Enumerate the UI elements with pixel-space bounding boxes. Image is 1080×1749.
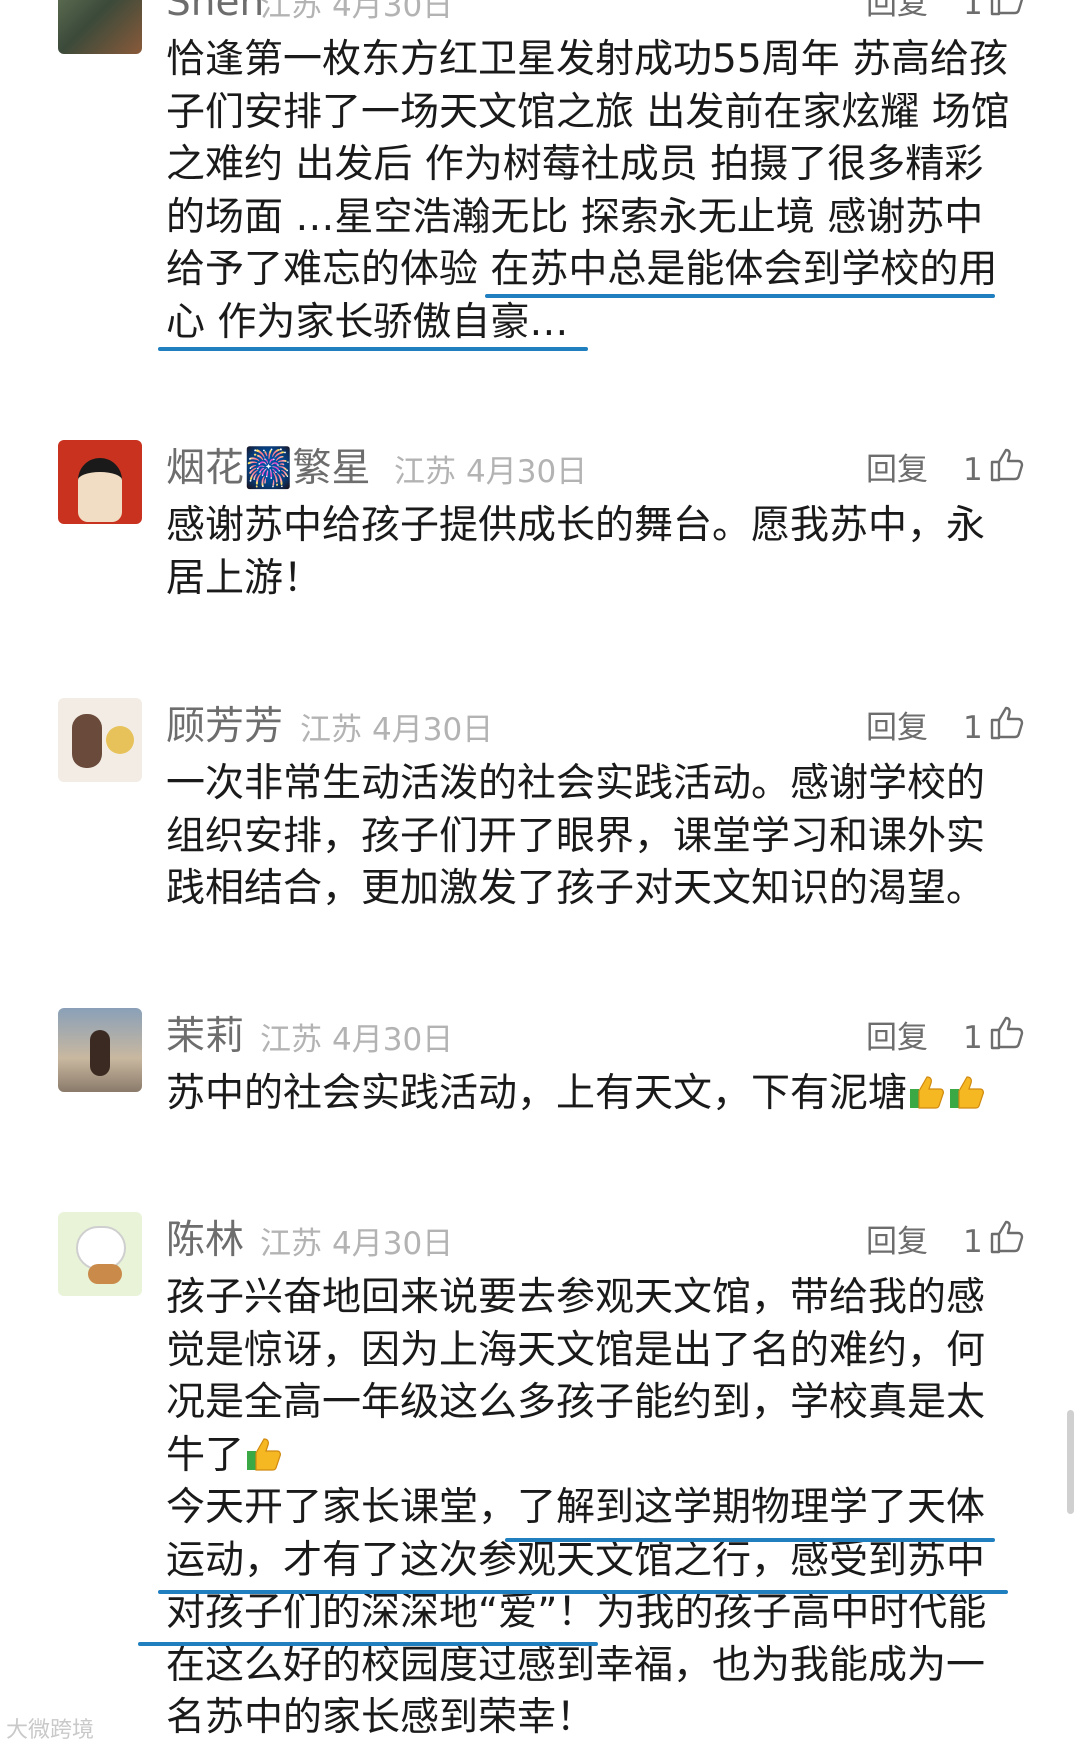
like-count: 1 <box>963 1224 983 1260</box>
reply-button[interactable]: 回复 <box>866 1220 928 1264</box>
comment-line: 一次非常生动活泼的社会实践活动。感谢学校的 <box>166 761 986 806</box>
highlight-underline <box>158 1590 1008 1594</box>
reply-button[interactable]: 回复 <box>866 0 928 26</box>
reply-button[interactable]: 回复 <box>866 706 928 750</box>
comment-line: 名苏中的家长感到荣幸！ <box>166 1695 596 1740</box>
avatar-decoration <box>106 726 134 754</box>
comment-line: 感谢苏中给孩子提供成长的舞台。愿我苏中，永 <box>166 503 986 548</box>
highlight-underline <box>505 1538 995 1542</box>
comment-line: 觉是惊讶，因为上海天文馆是出了名的难约，何 <box>166 1327 986 1373</box>
comment-text: 感谢苏中给孩子提供成长的舞台。愿我苏中，永 居上游！ <box>166 500 1036 605</box>
comment-header: 陈林 江苏 4月30日 回复 1 <box>166 1216 1080 1266</box>
comment-line: 给予了难忘的体验 在苏中总是能体会到学校的用 <box>166 247 998 292</box>
like-count: 1 <box>963 1020 983 1056</box>
comment-header: 烟花🎆繁星 江苏 4月30日 回复 1 <box>166 444 1080 494</box>
comment-line-text: 牛了 <box>166 1432 245 1478</box>
watermark: 大微跨境 <box>6 1718 95 1743</box>
commenter-name[interactable]: 陈林 <box>166 1216 244 1266</box>
comment-line: 况是全高一年级这么多孩子能约到，学校真是太 <box>166 1380 986 1425</box>
comment-line: 的场面 …星空浩瀚无比 探索永无止境 感谢苏中 <box>166 194 984 240</box>
comment-text: 孩子兴奋地回来说要去参观天文馆，带给我的感 觉是惊讶，因为上海天文馆是出了名的难… <box>166 1272 1036 1745</box>
comment-line: 今天开了家长课堂，了解到这学期物理学了天体 <box>166 1485 986 1530</box>
like-count: 1 <box>963 0 983 22</box>
comment-location: 江苏 <box>394 454 456 490</box>
comment-line: 恰逢第一枚东方红卫星发射成功55周年 苏高给孩 <box>166 37 1009 82</box>
highlight-underline <box>138 1642 598 1646</box>
avatar-figure <box>78 458 122 522</box>
like-count: 1 <box>963 452 983 488</box>
comment-line: 苏中的社会实践活动，上有天文，下有泥塘 <box>166 1068 1036 1121</box>
comment-line: 牛了 <box>166 1430 1036 1483</box>
comment-location: 江苏 <box>260 1226 322 1262</box>
comment-line: 居上游！ <box>166 555 323 601</box>
thumbs-up-icon[interactable] <box>986 1216 1026 1256</box>
comment-date: 4月30日 <box>332 1022 454 1058</box>
thumbs-up-emoji-icon <box>950 1076 984 1109</box>
comment-header: 茉莉 江苏 4月30日 回复 1 <box>166 1012 1080 1062</box>
avatar-guitar <box>88 1264 122 1284</box>
commenter-name[interactable]: Shen <box>166 0 264 28</box>
comment-date: 4月30日 <box>332 1226 454 1262</box>
comment-text: 恰逢第一枚东方红卫星发射成功55周年 苏高给孩 子们安排了一场天文馆之旅 出发前… <box>166 34 1036 349</box>
avatar[interactable] <box>58 1008 142 1092</box>
comment-location: 江苏 <box>260 0 322 24</box>
scrollbar[interactable] <box>1067 1410 1074 1514</box>
highlight-underline <box>158 347 588 351</box>
comment-header: Shen 江苏 4月30日 回复 1 <box>166 0 1080 28</box>
reply-button[interactable]: 回复 <box>866 448 928 492</box>
avatar-figure <box>72 714 102 768</box>
comment-date: 4月30日 <box>466 454 588 490</box>
comment-date: 4月30日 <box>332 0 454 24</box>
commenter-name[interactable]: 烟花🎆繁星 <box>166 444 371 494</box>
avatar[interactable] <box>58 698 142 782</box>
comment-location: 江苏 <box>260 1022 322 1058</box>
comment-line: 组织安排，孩子们开了眼界，课堂学习和课外实 <box>166 813 986 859</box>
thumbs-up-icon[interactable] <box>986 0 1026 18</box>
comment-line: 心 作为家长骄傲自豪… <box>166 299 569 345</box>
comment-text: 苏中的社会实践活动，上有天文，下有泥塘 <box>166 1068 1036 1121</box>
like-count: 1 <box>963 710 983 746</box>
comment-text: 一次非常生动活泼的社会实践活动。感谢学校的 组织安排，孩子们开了眼界，课堂学习和… <box>166 758 1036 916</box>
thumbs-up-emoji-icon <box>910 1076 944 1109</box>
comment-line: 对孩子们的深深地“爱”！为我的孩子高中时代能 <box>166 1590 987 1635</box>
highlight-underline <box>485 294 995 298</box>
comment-date: 4月30日 <box>372 712 494 748</box>
thumbs-up-emoji-icon <box>247 1437 281 1471</box>
thumbs-up-icon[interactable] <box>986 444 1026 484</box>
comment-line: 在这么好的校园度过感到幸福，也为我能成为一 <box>166 1642 986 1688</box>
avatar-figure <box>90 1030 110 1076</box>
thumbs-up-icon[interactable] <box>986 702 1026 742</box>
comment-line: 子们安排了一场天文馆之旅 出发前在家炫耀 场馆 <box>166 89 1010 135</box>
avatar[interactable] <box>58 0 142 54</box>
comment-location: 江苏 <box>300 712 362 748</box>
comment-line: 运动，才有了这次参观天文馆之行，感受到苏中 <box>166 1537 986 1583</box>
avatar[interactable] <box>58 1212 142 1296</box>
thumbs-up-icon[interactable] <box>986 1012 1026 1052</box>
comment-header: 顾芳芳 江苏 4月30日 回复 1 <box>166 702 1080 752</box>
comment-line: 之难约 出发后 作为树莓社成员 拍摄了很多精彩 <box>166 142 984 187</box>
comment-line: 孩子兴奋地回来说要去参观天文馆，带给我的感 <box>166 1275 986 1320</box>
comment-line-text: 苏中的社会实践活动，上有天文，下有泥塘 <box>166 1071 908 1116</box>
avatar[interactable] <box>58 440 142 524</box>
reply-button[interactable]: 回复 <box>866 1016 928 1060</box>
commenter-name[interactable]: 茉莉 <box>166 1012 244 1062</box>
commenter-name[interactable]: 顾芳芳 <box>166 702 283 752</box>
comment-line: 践相结合，更加激发了孩子对天文知识的渴望。 <box>166 866 986 911</box>
